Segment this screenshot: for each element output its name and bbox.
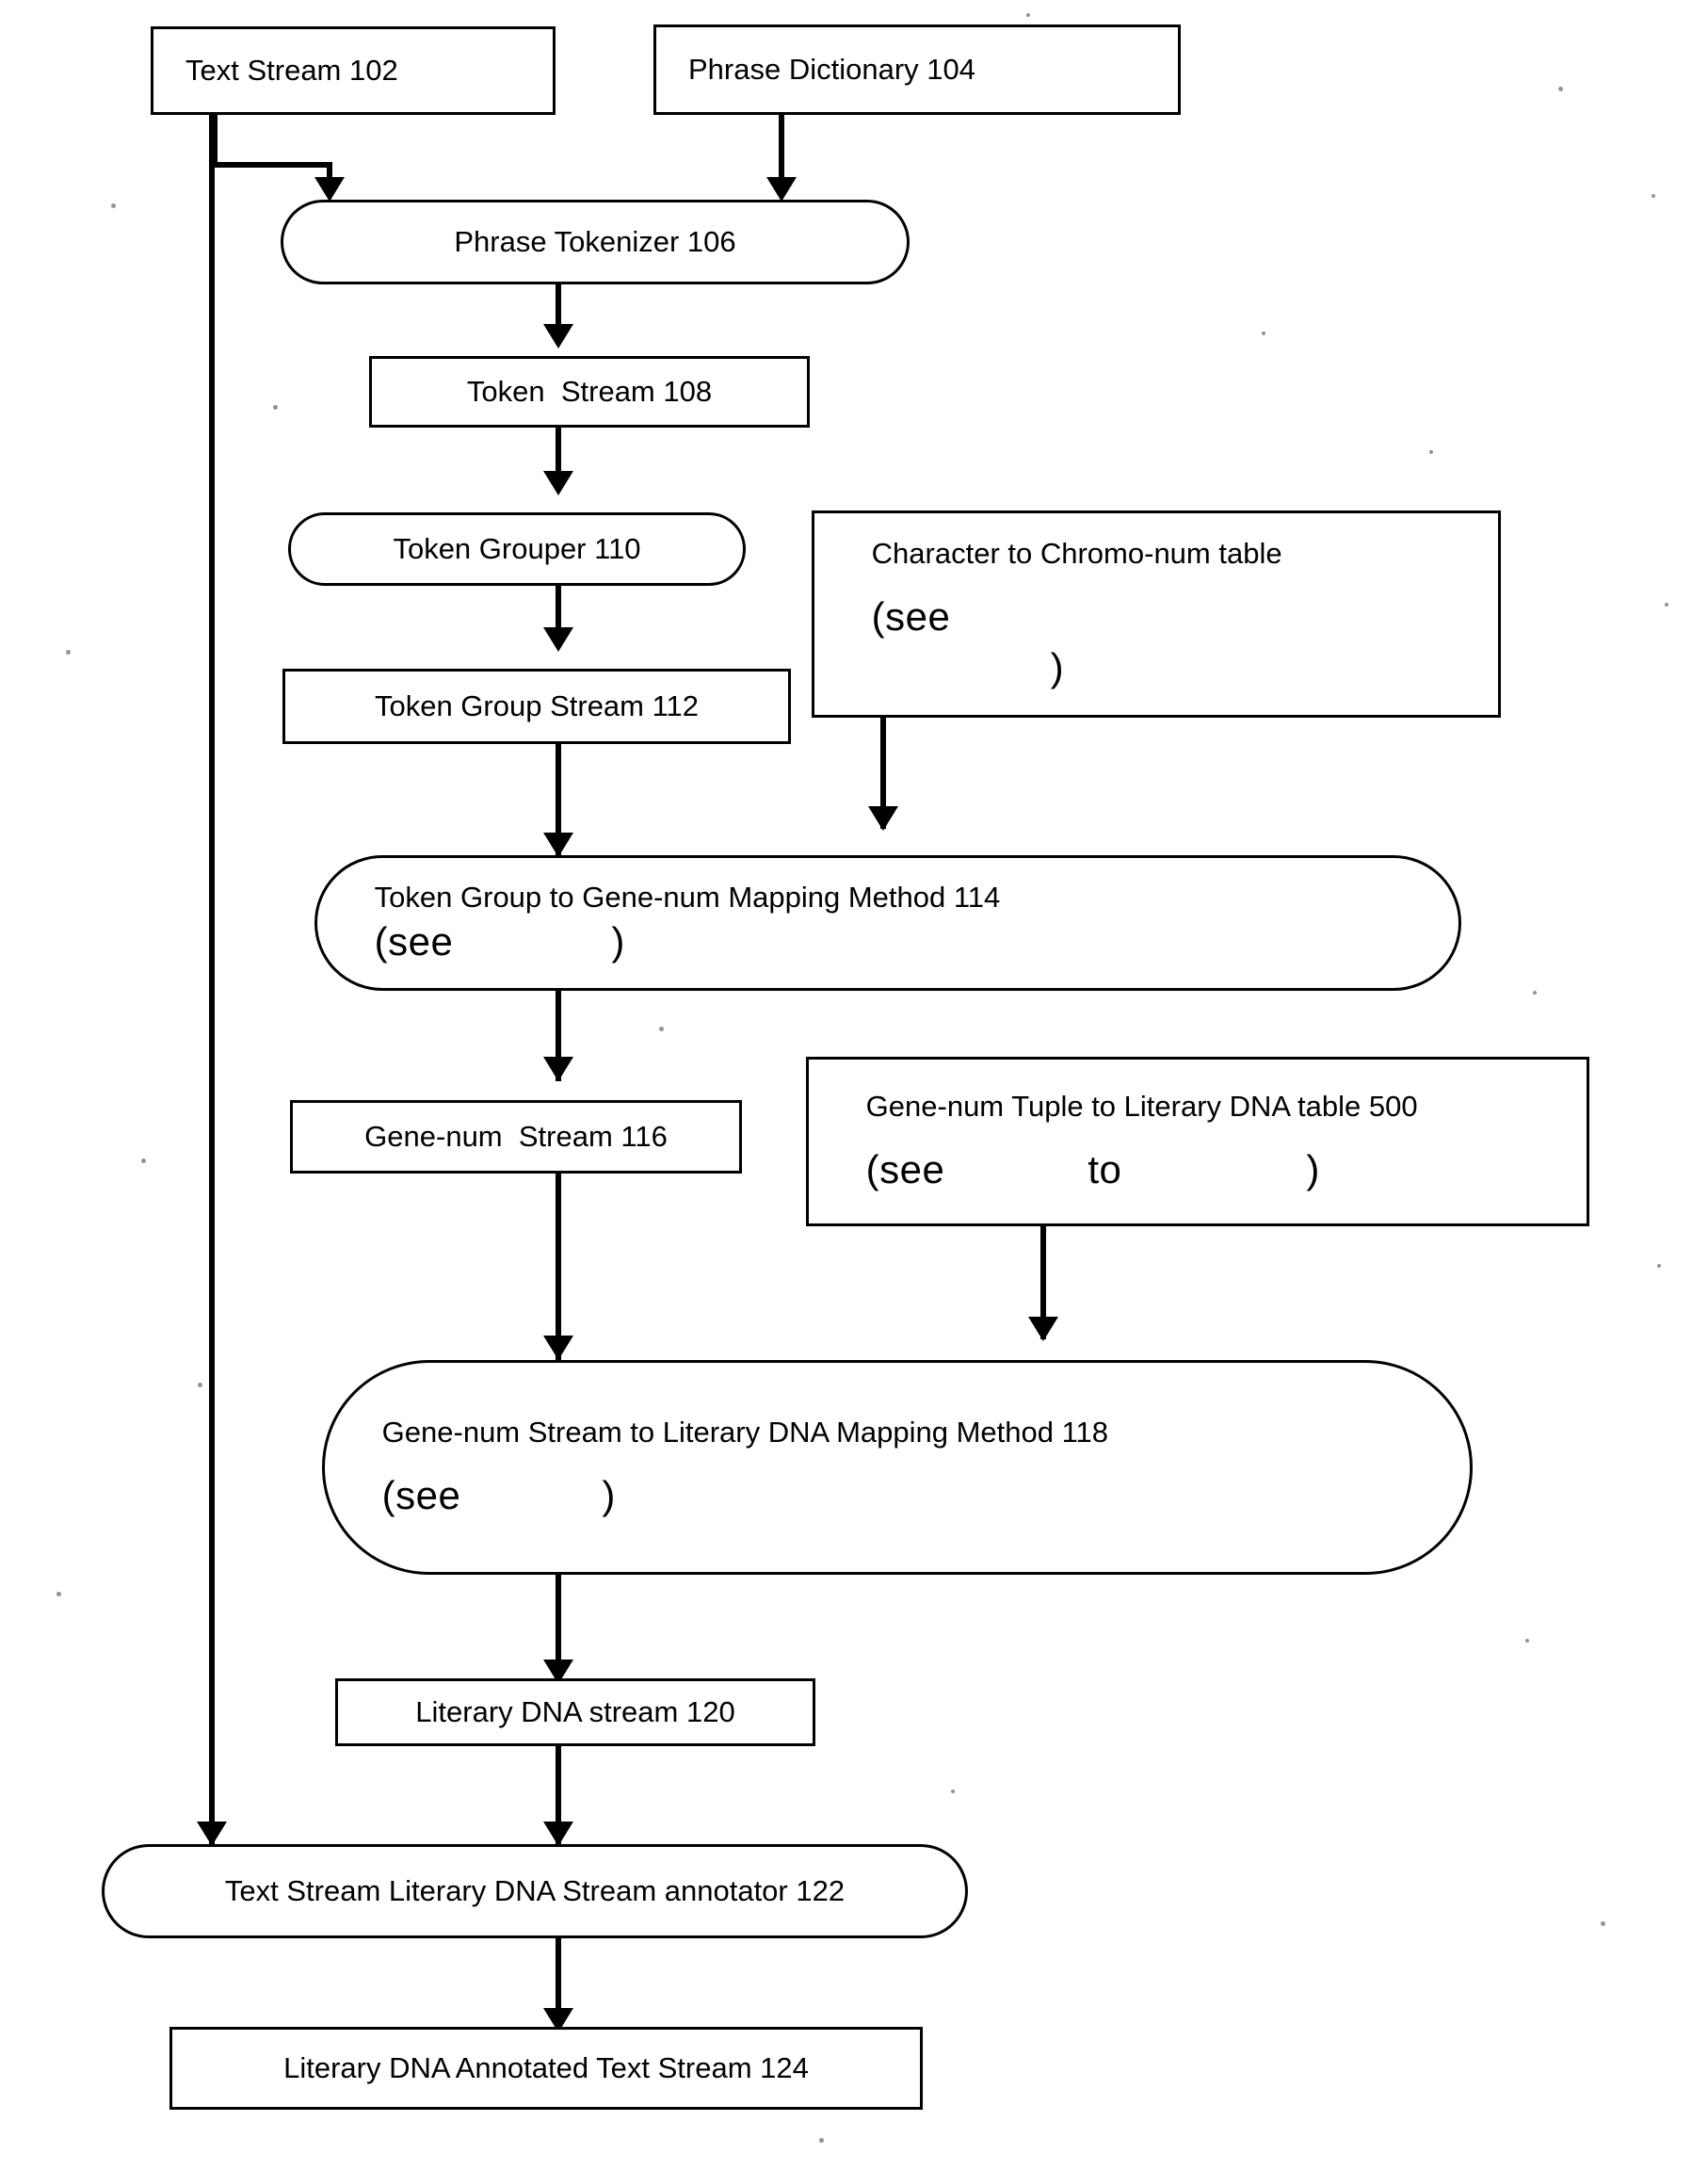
chromo-table-line1: Character to Chromo-num table (871, 537, 1282, 571)
scan-speck (659, 1027, 664, 1031)
mapping-114-see-open: (see (374, 918, 454, 964)
scan-speck (1657, 1264, 1661, 1268)
node-gene-num-stream-to-literary-dna-mapping-method-118[interactable]: Gene-num Stream to Literary DNA Mapping … (322, 1360, 1473, 1575)
chromo-table-see-close: ) (1050, 645, 1065, 690)
scan-speck (1558, 87, 1563, 91)
node-token-grouper-110[interactable]: Token Grouper 110 (288, 512, 746, 586)
mapping-118-see-close: ) (602, 1473, 616, 1518)
node-gene-num-stream-116-label: Gene-num Stream 116 (364, 1120, 668, 1154)
arrowhead-120-to-122 (543, 1822, 573, 1846)
node-token-stream-108-label: Token Stream 108 (466, 375, 713, 409)
mapping-118-line1: Gene-num Stream to Literary DNA Mapping … (381, 1416, 1109, 1449)
table-500-see-close: ) (1306, 1147, 1320, 1192)
edge-102-to-122-long-vertical (209, 115, 215, 1852)
scan-speck (951, 1789, 955, 1793)
flowchart-canvas: Text Stream 102 Phrase Dictionary 104 Ph… (0, 0, 1708, 2170)
arrowhead-102-to-106 (314, 177, 345, 202)
node-literary-dna-stream-120-label: Literary DNA stream 120 (415, 1695, 735, 1729)
scan-speck (111, 203, 116, 208)
mapping-118-see-open: (see (381, 1473, 461, 1518)
node-annotated-text-stream-124-label: Literary DNA Annotated Text Stream 124 (283, 2051, 809, 2085)
node-gene-num-stream-116[interactable]: Gene-num Stream 116 (290, 1100, 742, 1174)
scan-speck (56, 1592, 61, 1596)
node-character-to-chromo-num-table-label: Character to Chromo-num table (see ) (846, 516, 1498, 713)
arrowhead-112-to-114 (543, 833, 573, 857)
scan-speck (141, 1158, 146, 1163)
edge-116-to-118-vertical (556, 1172, 561, 1360)
scan-speck (66, 650, 71, 655)
arrowhead-114-to-116 (543, 1057, 573, 1081)
scan-speck (273, 405, 278, 410)
arrowhead-110-to-112 (543, 627, 573, 652)
scan-speck (1652, 194, 1655, 198)
node-literary-dna-stream-120[interactable]: Literary DNA stream 120 (335, 1678, 815, 1746)
node-mapping-method-118-label: Gene-num Stream to Literary DNA Mapping … (357, 1395, 1470, 1541)
table-500-see-to: to (1088, 1147, 1122, 1192)
scan-speck (1533, 991, 1537, 995)
node-token-group-to-gene-num-mapping-method-114[interactable]: Token Group to Gene-num Mapping Method 1… (314, 855, 1461, 991)
node-phrase-tokenizer-106[interactable]: Phrase Tokenizer 106 (281, 200, 910, 284)
node-text-stream-literary-dna-stream-annotator-122[interactable]: Text Stream Literary DNA Stream annotato… (102, 1844, 968, 1938)
arrowhead-108-to-110 (543, 471, 573, 495)
scan-speck (1525, 1639, 1529, 1643)
scan-speck (1026, 13, 1030, 17)
node-character-to-chromo-num-table[interactable]: Character to Chromo-num table (see ) (812, 510, 1501, 718)
chromo-table-see-open: (see (871, 594, 951, 640)
scan-speck (1429, 450, 1433, 454)
node-text-stream-102[interactable]: Text Stream 102 (151, 26, 556, 115)
edge-102-to-106-horizontal (212, 162, 332, 168)
node-token-stream-108[interactable]: Token Stream 108 (369, 356, 810, 428)
node-literary-dna-annotated-text-stream-124[interactable]: Literary DNA Annotated Text Stream 124 (169, 2027, 923, 2110)
scan-speck (198, 1383, 202, 1387)
node-phrase-dictionary-104[interactable]: Phrase Dictionary 104 (653, 24, 1181, 115)
node-token-grouper-110-label: Token Grouper 110 (393, 532, 641, 566)
node-phrase-tokenizer-106-label: Phrase Tokenizer 106 (454, 225, 736, 259)
edge-104-to-106-vertical (779, 115, 784, 183)
table-500-see-open: (see (865, 1147, 945, 1192)
node-mapping-method-114-label: Token Group to Gene-num Mapping Method 1… (349, 860, 1458, 986)
scan-speck (1601, 1921, 1605, 1926)
scan-speck (819, 2138, 824, 2143)
arrowhead-106-to-108 (543, 324, 573, 348)
arrowhead-104-to-106 (766, 177, 797, 202)
arrowhead-table500-to-118 (1028, 1317, 1058, 1341)
scan-speck (1262, 332, 1265, 335)
arrowhead-102-to-122 (197, 1822, 227, 1846)
table-500-line1: Gene-num Tuple to Literary DNA table 500 (865, 1090, 1418, 1124)
arrowhead-chromo-table-to-114 (868, 806, 898, 831)
node-phrase-dictionary-104-label: Phrase Dictionary 104 (688, 53, 975, 87)
scan-speck (1665, 603, 1668, 607)
mapping-114-text: Token Group to Gene-num Mapping Method 1… (374, 881, 1001, 915)
node-token-group-stream-112[interactable]: Token Group Stream 112 (282, 669, 791, 744)
node-annotator-122-label: Text Stream Literary DNA Stream annotato… (224, 1874, 846, 1908)
node-table-500-label: Gene-num Tuple to Literary DNA table 500… (841, 1069, 1587, 1215)
arrowhead-116-to-118 (543, 1336, 573, 1360)
node-gene-num-tuple-to-literary-dna-table-500[interactable]: Gene-num Tuple to Literary DNA table 500… (806, 1057, 1589, 1226)
mapping-114-see-close: ) (611, 918, 625, 964)
node-text-stream-102-label: Text Stream 102 (185, 54, 398, 88)
node-token-group-stream-112-label: Token Group Stream 112 (374, 689, 700, 723)
